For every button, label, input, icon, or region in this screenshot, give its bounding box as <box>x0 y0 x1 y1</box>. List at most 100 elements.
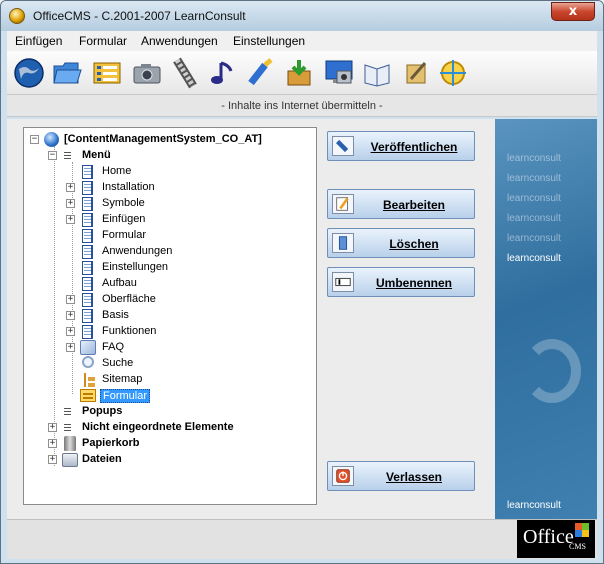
collapse-toggle[interactable]: − <box>30 135 39 144</box>
info-strip: - Inhalte ins Internet übermitteln - <box>7 95 597 117</box>
expand-toggle[interactable]: + <box>48 423 57 432</box>
tree-label: Funktionen <box>102 325 157 337</box>
content-tree[interactable]: − [ContentManagementSystem_CO_AT] − Menü… <box>23 127 317 505</box>
screen-photo-icon[interactable] <box>323 57 355 89</box>
page-icon <box>82 325 93 339</box>
brand-panel: learnconsult learnconsult learnconsult l… <box>495 119 597 519</box>
download-box-icon[interactable] <box>283 57 315 89</box>
expand-toggle[interactable]: + <box>48 455 57 464</box>
sitemap-icon <box>84 373 96 387</box>
menu-formular[interactable]: Formular <box>79 34 127 48</box>
edit-label: Bearbeiten <box>382 198 446 212</box>
brand-text: learnconsult <box>507 173 561 184</box>
tools-icon[interactable] <box>401 57 433 89</box>
edit-pencil-icon <box>332 194 354 214</box>
tree-label: Home <box>102 165 132 177</box>
exit-power-icon <box>332 466 354 486</box>
tree-node-unsorted[interactable]: + Nicht eingeordnete Elemente <box>48 420 298 436</box>
toolbar <box>7 51 597 95</box>
publish-button[interactable]: Veröffentlichen <box>327 131 475 161</box>
tree-node-menu[interactable]: − Menü <box>48 148 248 164</box>
expand-toggle[interactable]: + <box>66 295 75 304</box>
rename-icon <box>332 272 354 292</box>
menu-folder-icon <box>64 408 71 416</box>
tree-label: Papierkorb <box>82 437 140 449</box>
delete-label: Löschen <box>389 237 439 251</box>
brand-text: learnconsult <box>507 213 561 224</box>
folder-icon[interactable] <box>51 57 83 89</box>
music-note-icon[interactable] <box>207 57 239 89</box>
menu-einstellungen[interactable]: Einstellungen <box>233 34 305 48</box>
menu-anwendungen[interactable]: Anwendungen <box>141 34 218 48</box>
tree-label: Nicht eingeordnete Elemente <box>82 421 234 433</box>
page-icon <box>82 245 93 259</box>
tree-label: Sitemap <box>102 373 143 385</box>
publish-label: Veröffentlichen <box>370 140 458 154</box>
title-bar[interactable]: OfficeCMS - C.2001-2007 LearnConsult x <box>1 1 603 31</box>
tree-node-popups[interactable]: Popups <box>48 404 248 420</box>
tree-label: Formular <box>102 229 147 241</box>
expand-toggle[interactable]: + <box>66 327 75 336</box>
app-icon <box>9 8 25 24</box>
window-title: OfficeCMS - C.2001-2007 LearnConsult <box>33 9 246 23</box>
tree-label: Symbole <box>102 197 145 209</box>
expand-toggle[interactable]: + <box>66 215 75 224</box>
menu-folder-icon <box>64 424 71 432</box>
tree-label: Formular <box>100 389 151 403</box>
expand-toggle[interactable]: + <box>66 183 75 192</box>
logo-main: Office <box>523 526 574 548</box>
logo-sub: CMS <box>569 542 586 551</box>
tree-label: Popups <box>82 405 123 417</box>
menu-einfuegen[interactable]: Einfügen <box>15 34 62 48</box>
book-icon[interactable] <box>361 57 393 89</box>
menu-folder-icon <box>64 152 71 160</box>
page-icon <box>82 261 93 275</box>
page-icon <box>82 213 93 227</box>
tree-label: Oberfläche <box>102 293 156 305</box>
rename-button[interactable]: Umbenennen <box>327 267 475 297</box>
brush-icon[interactable] <box>245 57 277 89</box>
menu-bar: Einfügen Formular Anwendungen Einstellun… <box>7 31 597 51</box>
collapse-toggle[interactable]: − <box>48 151 57 160</box>
page-icon <box>82 197 93 211</box>
tree-label: Suche <box>102 357 134 369</box>
expand-toggle[interactable]: + <box>66 343 75 352</box>
film-icon[interactable] <box>169 57 201 89</box>
crosshair-icon[interactable] <box>437 57 469 89</box>
expand-toggle[interactable]: + <box>66 311 75 320</box>
camera-icon[interactable] <box>131 57 163 89</box>
brand-text: learnconsult <box>507 153 561 164</box>
delete-button[interactable]: Löschen <box>327 228 475 258</box>
tree-label: Menü <box>82 149 111 161</box>
faq-book-icon <box>80 340 96 355</box>
publish-icon <box>332 136 354 156</box>
close-button[interactable]: x <box>551 2 595 21</box>
brand-text: learnconsult <box>507 233 561 244</box>
tree-label: Aufbau <box>102 277 137 289</box>
officecms-logo: Office CMS <box>517 520 595 558</box>
edit-button[interactable]: Bearbeiten <box>327 189 475 219</box>
globe-icon[interactable] <box>13 57 45 89</box>
expand-toggle[interactable]: + <box>48 439 57 448</box>
exit-button[interactable]: Verlassen <box>327 461 475 491</box>
close-icon: x <box>568 4 578 19</box>
tree-node-trash[interactable]: + Papierkorb <box>48 436 248 452</box>
brand-footer: learnconsult <box>507 500 561 511</box>
tree-line <box>72 162 73 394</box>
trash-icon <box>64 436 76 451</box>
expand-toggle[interactable]: + <box>66 199 75 208</box>
rename-label: Umbenennen <box>375 276 452 290</box>
tree-node-root[interactable]: − [ContentManagementSystem_CO_AT] <box>30 132 310 148</box>
tree-label: Installation <box>102 181 155 193</box>
brand-text: learnconsult <box>507 193 561 204</box>
main-area: − [ContentManagementSystem_CO_AT] − Menü… <box>7 119 597 519</box>
page-icon <box>82 229 93 243</box>
brand-swirl-graphic <box>523 339 581 403</box>
tree-label: Basis <box>102 309 129 321</box>
page-icon <box>82 165 93 179</box>
tree-label: Einfügen <box>102 213 146 225</box>
tree-node-files[interactable]: + Dateien <box>48 452 248 468</box>
tree-label: Anwendungen <box>102 245 173 257</box>
list-icon[interactable] <box>91 57 123 89</box>
exit-label: Verlassen <box>385 470 443 484</box>
